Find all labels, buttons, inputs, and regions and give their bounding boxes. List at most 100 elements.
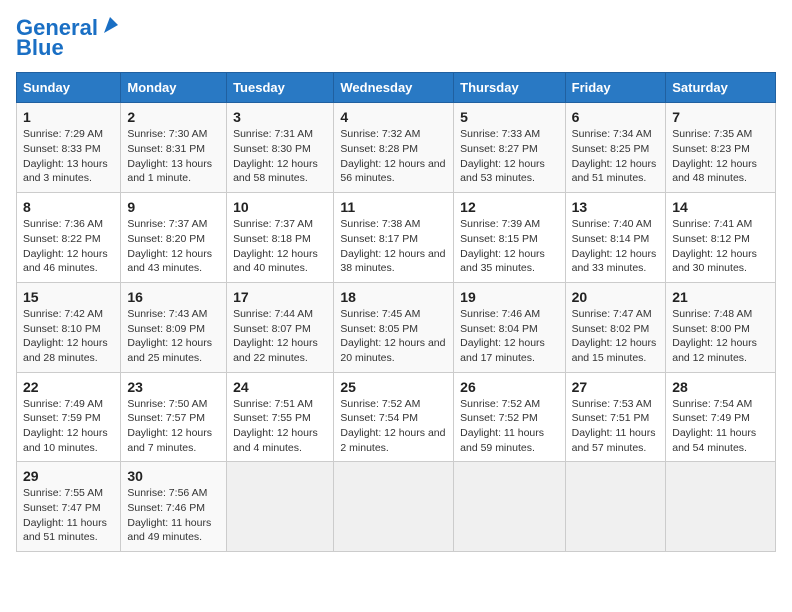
week-row-3: 15 Sunrise: 7:42 AMSunset: 8:10 PMDaylig… (17, 282, 776, 372)
calendar-cell (454, 462, 565, 552)
day-info: Sunrise: 7:34 AMSunset: 8:25 PMDaylight:… (572, 128, 657, 184)
week-row-5: 29 Sunrise: 7:55 AMSunset: 7:47 PMDaylig… (17, 462, 776, 552)
day-number: 24 (233, 379, 327, 395)
day-number: 11 (340, 199, 447, 215)
day-info: Sunrise: 7:52 AMSunset: 7:54 PMDaylight:… (340, 398, 445, 454)
calendar-table: SundayMondayTuesdayWednesdayThursdayFrid… (16, 72, 776, 552)
day-number: 30 (127, 468, 220, 484)
day-info: Sunrise: 7:46 AMSunset: 8:04 PMDaylight:… (460, 308, 545, 364)
day-number: 19 (460, 289, 558, 305)
calendar-cell: 26 Sunrise: 7:52 AMSunset: 7:52 PMDaylig… (454, 372, 565, 462)
day-number: 22 (23, 379, 114, 395)
day-number: 3 (233, 109, 327, 125)
day-number: 6 (572, 109, 660, 125)
calendar-cell (227, 462, 334, 552)
calendar-cell: 20 Sunrise: 7:47 AMSunset: 8:02 PMDaylig… (565, 282, 666, 372)
day-info: Sunrise: 7:48 AMSunset: 8:00 PMDaylight:… (672, 308, 757, 364)
calendar-cell: 24 Sunrise: 7:51 AMSunset: 7:55 PMDaylig… (227, 372, 334, 462)
day-number: 9 (127, 199, 220, 215)
day-info: Sunrise: 7:36 AMSunset: 8:22 PMDaylight:… (23, 218, 108, 274)
header-friday: Friday (565, 73, 666, 103)
day-info: Sunrise: 7:37 AMSunset: 8:18 PMDaylight:… (233, 218, 318, 274)
day-number: 23 (127, 379, 220, 395)
header-monday: Monday (121, 73, 227, 103)
day-number: 2 (127, 109, 220, 125)
header-saturday: Saturday (666, 73, 776, 103)
day-number: 4 (340, 109, 447, 125)
page-header: General Blue (16, 16, 776, 60)
day-info: Sunrise: 7:52 AMSunset: 7:52 PMDaylight:… (460, 398, 544, 454)
calendar-cell: 4 Sunrise: 7:32 AMSunset: 8:28 PMDayligh… (334, 103, 454, 193)
logo-arrow-icon (100, 15, 122, 37)
day-number: 15 (23, 289, 114, 305)
day-number: 17 (233, 289, 327, 305)
day-info: Sunrise: 7:39 AMSunset: 8:15 PMDaylight:… (460, 218, 545, 274)
week-row-1: 1 Sunrise: 7:29 AMSunset: 8:33 PMDayligh… (17, 103, 776, 193)
calendar-cell: 13 Sunrise: 7:40 AMSunset: 8:14 PMDaylig… (565, 193, 666, 283)
calendar-cell: 12 Sunrise: 7:39 AMSunset: 8:15 PMDaylig… (454, 193, 565, 283)
calendar-cell: 10 Sunrise: 7:37 AMSunset: 8:18 PMDaylig… (227, 193, 334, 283)
day-info: Sunrise: 7:32 AMSunset: 8:28 PMDaylight:… (340, 128, 445, 184)
day-number: 7 (672, 109, 769, 125)
day-number: 1 (23, 109, 114, 125)
day-number: 18 (340, 289, 447, 305)
day-number: 5 (460, 109, 558, 125)
day-info: Sunrise: 7:50 AMSunset: 7:57 PMDaylight:… (127, 398, 212, 454)
calendar-cell: 14 Sunrise: 7:41 AMSunset: 8:12 PMDaylig… (666, 193, 776, 283)
header-sunday: Sunday (17, 73, 121, 103)
calendar-cell: 27 Sunrise: 7:53 AMSunset: 7:51 PMDaylig… (565, 372, 666, 462)
logo-text2: Blue (16, 36, 64, 60)
week-row-2: 8 Sunrise: 7:36 AMSunset: 8:22 PMDayligh… (17, 193, 776, 283)
calendar-cell: 8 Sunrise: 7:36 AMSunset: 8:22 PMDayligh… (17, 193, 121, 283)
day-number: 14 (672, 199, 769, 215)
day-number: 21 (672, 289, 769, 305)
day-info: Sunrise: 7:29 AMSunset: 8:33 PMDaylight:… (23, 128, 108, 184)
calendar-body: 1 Sunrise: 7:29 AMSunset: 8:33 PMDayligh… (17, 103, 776, 552)
calendar-cell: 9 Sunrise: 7:37 AMSunset: 8:20 PMDayligh… (121, 193, 227, 283)
calendar-cell: 18 Sunrise: 7:45 AMSunset: 8:05 PMDaylig… (334, 282, 454, 372)
calendar-cell: 30 Sunrise: 7:56 AMSunset: 7:46 PMDaylig… (121, 462, 227, 552)
calendar-cell: 23 Sunrise: 7:50 AMSunset: 7:57 PMDaylig… (121, 372, 227, 462)
day-number: 13 (572, 199, 660, 215)
day-info: Sunrise: 7:45 AMSunset: 8:05 PMDaylight:… (340, 308, 445, 364)
day-number: 26 (460, 379, 558, 395)
day-number: 28 (672, 379, 769, 395)
day-info: Sunrise: 7:41 AMSunset: 8:12 PMDaylight:… (672, 218, 757, 274)
calendar-cell: 17 Sunrise: 7:44 AMSunset: 8:07 PMDaylig… (227, 282, 334, 372)
day-info: Sunrise: 7:54 AMSunset: 7:49 PMDaylight:… (672, 398, 756, 454)
calendar-cell (334, 462, 454, 552)
day-info: Sunrise: 7:30 AMSunset: 8:31 PMDaylight:… (127, 128, 212, 184)
calendar-cell: 15 Sunrise: 7:42 AMSunset: 8:10 PMDaylig… (17, 282, 121, 372)
day-info: Sunrise: 7:56 AMSunset: 7:46 PMDaylight:… (127, 487, 211, 543)
day-number: 12 (460, 199, 558, 215)
calendar-cell: 3 Sunrise: 7:31 AMSunset: 8:30 PMDayligh… (227, 103, 334, 193)
day-number: 20 (572, 289, 660, 305)
calendar-cell (565, 462, 666, 552)
day-info: Sunrise: 7:37 AMSunset: 8:20 PMDaylight:… (127, 218, 212, 274)
calendar-cell: 29 Sunrise: 7:55 AMSunset: 7:47 PMDaylig… (17, 462, 121, 552)
calendar-cell: 5 Sunrise: 7:33 AMSunset: 8:27 PMDayligh… (454, 103, 565, 193)
day-number: 27 (572, 379, 660, 395)
calendar-cell: 16 Sunrise: 7:43 AMSunset: 8:09 PMDaylig… (121, 282, 227, 372)
day-info: Sunrise: 7:35 AMSunset: 8:23 PMDaylight:… (672, 128, 757, 184)
day-number: 8 (23, 199, 114, 215)
header-tuesday: Tuesday (227, 73, 334, 103)
day-number: 29 (23, 468, 114, 484)
day-number: 10 (233, 199, 327, 215)
day-info: Sunrise: 7:47 AMSunset: 8:02 PMDaylight:… (572, 308, 657, 364)
calendar-cell: 22 Sunrise: 7:49 AMSunset: 7:59 PMDaylig… (17, 372, 121, 462)
calendar-cell: 19 Sunrise: 7:46 AMSunset: 8:04 PMDaylig… (454, 282, 565, 372)
day-info: Sunrise: 7:33 AMSunset: 8:27 PMDaylight:… (460, 128, 545, 184)
header-thursday: Thursday (454, 73, 565, 103)
day-number: 25 (340, 379, 447, 395)
calendar-cell: 28 Sunrise: 7:54 AMSunset: 7:49 PMDaylig… (666, 372, 776, 462)
calendar-header-row: SundayMondayTuesdayWednesdayThursdayFrid… (17, 73, 776, 103)
day-number: 16 (127, 289, 220, 305)
day-info: Sunrise: 7:49 AMSunset: 7:59 PMDaylight:… (23, 398, 108, 454)
calendar-cell: 6 Sunrise: 7:34 AMSunset: 8:25 PMDayligh… (565, 103, 666, 193)
calendar-cell: 21 Sunrise: 7:48 AMSunset: 8:00 PMDaylig… (666, 282, 776, 372)
day-info: Sunrise: 7:31 AMSunset: 8:30 PMDaylight:… (233, 128, 318, 184)
day-info: Sunrise: 7:53 AMSunset: 7:51 PMDaylight:… (572, 398, 656, 454)
header-wednesday: Wednesday (334, 73, 454, 103)
day-info: Sunrise: 7:40 AMSunset: 8:14 PMDaylight:… (572, 218, 657, 274)
